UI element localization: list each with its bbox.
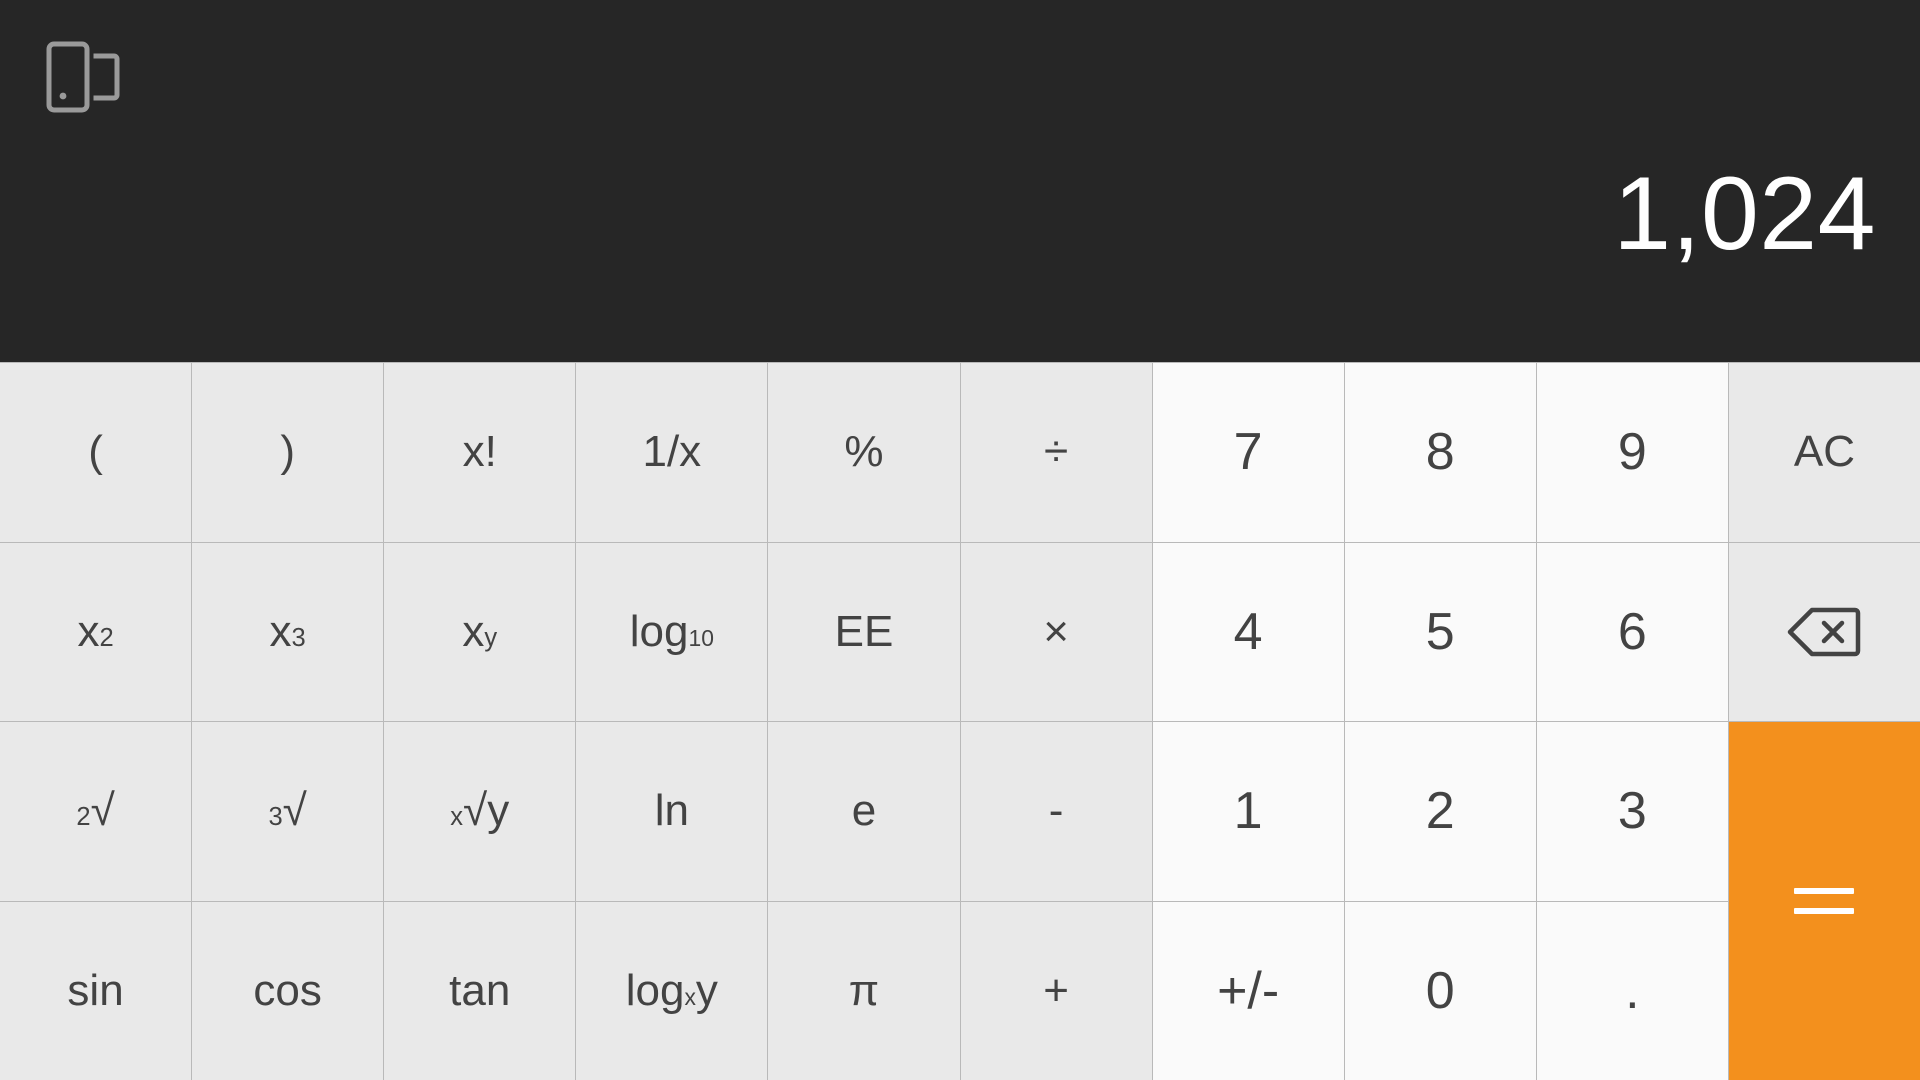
key-label: ln [654, 786, 689, 836]
key-digit-1[interactable]: 1 [1152, 722, 1344, 901]
key-label: 3 [1617, 782, 1647, 841]
key-close-paren[interactable]: ) [192, 363, 384, 542]
key-label: 6 [1617, 602, 1647, 661]
key-log-base-10[interactable]: log 10 [576, 542, 768, 721]
key-pi[interactable]: π [768, 901, 960, 1080]
key-log-base-x[interactable]: log x y [576, 901, 768, 1080]
calculator-app: 1,024 ( ) x! 1/x % ÷ 7 8 9 AC x2 x3 xy l… [0, 0, 1920, 1080]
key-label: 1/x [642, 427, 702, 477]
key-equals[interactable] [1728, 722, 1920, 1080]
key-digit-2[interactable]: 2 [1344, 722, 1536, 901]
key-x-squared[interactable]: x2 [0, 542, 192, 721]
key-label: e [851, 786, 877, 836]
key-label: EE [834, 606, 894, 656]
key-backspace[interactable] [1728, 542, 1920, 721]
key-open-paren[interactable]: ( [0, 363, 192, 542]
key-square-root[interactable]: 2 √ [0, 722, 192, 901]
key-label: xy [462, 606, 498, 656]
key-label: × [1043, 606, 1069, 656]
key-all-clear[interactable]: AC [1728, 363, 1920, 542]
keypad: ( ) x! 1/x % ÷ 7 8 9 AC x2 x3 xy log 10 E… [0, 362, 1920, 1080]
key-label: sin [67, 965, 124, 1015]
key-cube-root[interactable]: 3 √ [192, 722, 384, 901]
key-label: ÷ [1043, 427, 1069, 477]
key-digit-6[interactable]: 6 [1536, 542, 1728, 721]
key-label: log 10 [629, 606, 714, 656]
key-label: x √y [450, 786, 510, 836]
key-percent[interactable]: % [768, 363, 960, 542]
key-digit-3[interactable]: 3 [1536, 722, 1728, 901]
key-digit-8[interactable]: 8 [1344, 363, 1536, 542]
key-label: 3 √ [268, 786, 307, 836]
key-digit-0[interactable]: 0 [1344, 901, 1536, 1080]
key-digit-4[interactable]: 4 [1152, 542, 1344, 721]
key-label: log x y [625, 965, 718, 1015]
key-label: x! [462, 427, 497, 477]
key-label: 2 [1425, 782, 1455, 841]
key-sine[interactable]: sin [0, 901, 192, 1080]
key-label: x2 [77, 606, 114, 656]
key-euler-e[interactable]: e [768, 722, 960, 901]
key-label: AC [1793, 427, 1855, 477]
key-label: 9 [1617, 423, 1647, 482]
key-label: 4 [1233, 602, 1263, 661]
key-reciprocal[interactable]: 1/x [576, 363, 768, 542]
key-label: tan [449, 965, 511, 1015]
key-label: % [844, 427, 884, 477]
key-label: . [1625, 961, 1640, 1020]
key-label: π [848, 965, 880, 1015]
key-digit-9[interactable]: 9 [1536, 363, 1728, 542]
key-label: - [1048, 786, 1064, 836]
key-sign-toggle[interactable]: +/- [1152, 901, 1344, 1080]
key-label: + [1043, 965, 1069, 1015]
key-label: ) [280, 427, 295, 477]
key-digit-5[interactable]: 5 [1344, 542, 1536, 721]
key-x-power-y[interactable]: xy [384, 542, 576, 721]
key-nth-root[interactable]: x √y [384, 722, 576, 901]
key-factorial[interactable]: x! [384, 363, 576, 542]
display-value: 1,024 [1613, 156, 1876, 272]
rotate-screen-icon[interactable] [44, 38, 124, 118]
key-digit-7[interactable]: 7 [1152, 363, 1344, 542]
key-multiply[interactable]: × [960, 542, 1152, 721]
key-label: +/- [1217, 961, 1280, 1020]
key-label: x3 [269, 606, 306, 656]
key-subtract[interactable]: - [960, 722, 1152, 901]
key-natural-log[interactable]: ln [576, 722, 768, 901]
equals-icon [1794, 888, 1855, 914]
backspace-icon [1786, 606, 1862, 658]
key-divide[interactable]: ÷ [960, 363, 1152, 542]
key-add[interactable]: + [960, 901, 1152, 1080]
key-label: 2 √ [76, 786, 115, 836]
key-label: cos [253, 965, 322, 1015]
key-label: 1 [1233, 782, 1263, 841]
key-label: 5 [1425, 602, 1455, 661]
key-cosine[interactable]: cos [192, 901, 384, 1080]
key-tangent[interactable]: tan [384, 901, 576, 1080]
key-label: ( [88, 427, 103, 477]
key-exponent-ee[interactable]: EE [768, 542, 960, 721]
key-label: 8 [1425, 423, 1455, 482]
key-label: 7 [1233, 423, 1263, 482]
calculator-display: 1,024 [0, 0, 1920, 362]
key-decimal-point[interactable]: . [1536, 901, 1728, 1080]
key-label: 0 [1425, 961, 1455, 1020]
key-x-cubed[interactable]: x3 [192, 542, 384, 721]
